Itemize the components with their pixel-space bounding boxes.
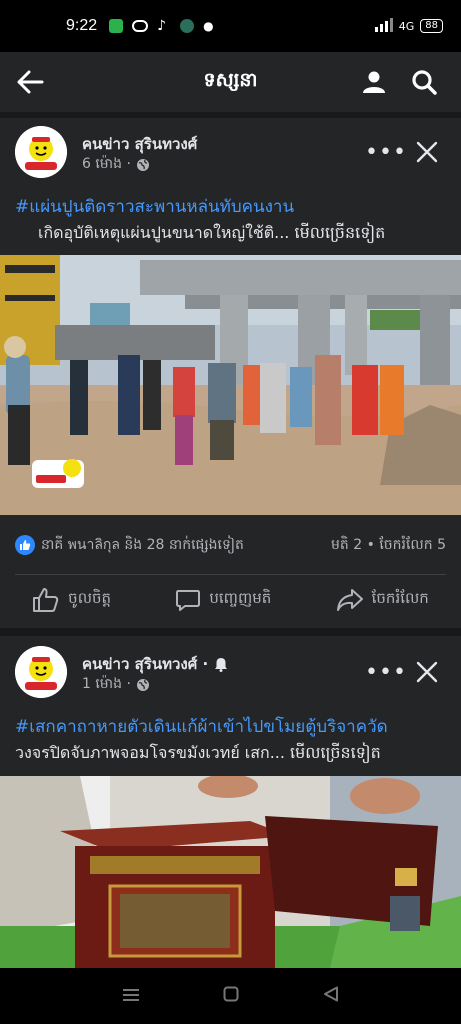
post-time: 1 ម៉ោង · [82,676,131,692]
post-text: วงจรปิดจับภาพจอมโจรขมังเวทย์ เสก... មើលច… [15,741,381,766]
page-title: ទស្សនា [203,69,258,91]
network-label: 4G [398,19,415,33]
construction-site-image [0,255,461,515]
post-body: วงจรปิดจับภาพจอมโจรขมังเวทย์ เสก... [15,743,285,762]
reactions-bar: នាគី พนาลิกุล និង 28 នាក់ផ្សេងទៀត មតិ 2 … [0,516,461,574]
comment-icon [176,590,201,611]
avatar[interactable] [15,646,67,698]
comments-shares-count[interactable]: មតិ 2 • ចែករំលែក 5 [331,535,446,556]
notification-dot-icon: ● [203,19,214,33]
post-photo[interactable] [0,255,461,515]
arrow-left-icon [17,70,44,94]
search-button[interactable] [408,66,440,98]
home-button[interactable] [223,986,239,1006]
post-meta: 6 ម៉ោង · [82,154,150,175]
system-nav-bar [0,968,461,1024]
game-icon [132,20,149,32]
app-bar: ទស្សនា [0,52,461,112]
post-meta: 1 ម៉ោង · [82,674,150,695]
post-author[interactable]: คนข่าว สุรินทวงศ์ · [82,652,228,676]
wechat-icon [109,19,124,33]
see-more-link[interactable]: មើលច្រើនទៀត [294,223,385,242]
tiktok-icon: ♪ [157,18,167,34]
globe-icon [136,678,149,691]
like-button[interactable]: ចូលចិត្ត [32,587,111,613]
like-label: ចូលចិត្ត [68,589,112,607]
status-time: 9:22 [66,17,98,34]
app-icon [180,19,195,33]
feed-gap [0,628,461,636]
triangle-back-icon [324,986,339,1002]
close-post-button[interactable] [414,659,440,685]
comment-label: បញ្ចេញមតិ [209,589,272,607]
status-bar: 9:22 ♪ ● 4G 88 [0,0,461,52]
menu-icon [122,988,139,1001]
close-icon [416,141,438,163]
profile-button[interactable] [358,66,390,98]
battery-icon: 88 [420,19,443,33]
close-icon [416,661,438,683]
share-button[interactable]: ចែករំលែក [336,588,429,612]
share-label: ចែករំលែក [371,589,429,607]
back-nav-button[interactable] [323,986,339,1006]
post-time: 6 ម៉ោង · [82,156,131,172]
post-text: เกิดอุบัติเหตุแผ่นปูนขนาดใหญ่ใช้ติ... មើ… [38,221,385,246]
like-badge-icon [15,535,35,555]
signal-icon [373,17,393,35]
post-author-name: คนข่าว สุรินทวงศ์ · [82,655,209,673]
search-icon [412,70,437,95]
globe-icon [136,158,149,171]
more-options-button[interactable]: ••• [365,660,406,685]
post-hashtag[interactable]: #แผ่นปูนติดราวสะพานหล่นทับคนงาน [15,193,294,220]
reactions-count[interactable]: នាគី พนาลิกุล និង 28 នាក់ផ្សេងទៀត [41,534,244,556]
close-post-button[interactable] [414,139,440,165]
person-icon [363,71,385,93]
feed-post: คนข่าว สุรินทวงศ์ · 1 ម៉ោង · ••• #เสกคาถ… [0,636,461,968]
post-author[interactable]: คนข่าว สุรินทวงศ์ [82,132,197,156]
see-more-link[interactable]: មើលច្រើនទៀត [290,743,381,762]
home-icon [223,986,239,1002]
recent-apps-button[interactable] [122,987,140,1006]
back-button[interactable] [14,66,46,98]
feed-post: คนข่าว สุรินทวงศ์ 6 ម៉ោង · ••• #แผ่นปูนต… [0,118,461,628]
post-body: เกิดอุบัติเหตุแผ่นปูนขนาดใหญ่ใช้ติ... [38,223,290,242]
post-hashtag[interactable]: #เสกคาถาหายตัวเดินแก้ผ้าเข้าไปขโมยตู้บริ… [15,713,388,740]
bell-icon [215,657,228,672]
more-options-button[interactable]: ••• [365,140,406,165]
thumbs-up-icon [33,588,59,612]
avatar[interactable] [15,126,67,178]
share-icon [336,589,363,611]
donation-box-image [0,776,461,968]
post-actions: ចូលចិត្ត បញ្ចេញមតិ ចែករំលែក [0,574,461,626]
comment-button[interactable]: បញ្ចេញមតិ [175,587,271,613]
post-photo[interactable] [0,776,461,968]
